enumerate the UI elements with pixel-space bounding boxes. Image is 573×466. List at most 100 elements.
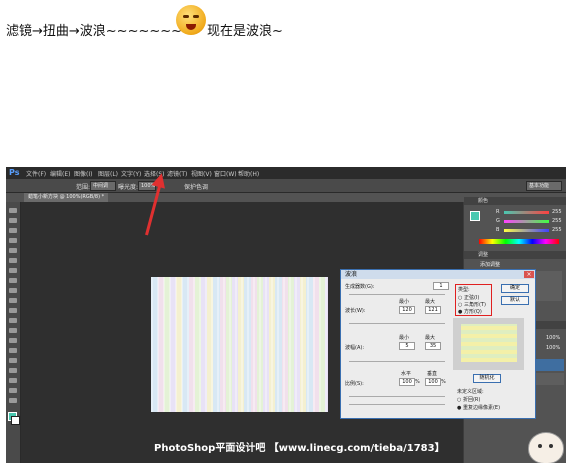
scale-h-percent: % [415,379,420,385]
mascot-icon [528,432,564,463]
background-color-swatch[interactable] [11,416,20,425]
path-select-tool-icon[interactable] [9,368,17,373]
b-label: B [496,227,500,233]
r-value[interactable]: 255 [552,209,562,215]
wavelength-max-label: 最大 [425,299,436,305]
move-tool-icon[interactable] [9,208,17,213]
dodge-tool-icon[interactable] [9,338,17,343]
undefined-area-label: 未定义区域: [457,389,484,395]
horizontal-label: 水平 [401,371,412,377]
shape-tool-icon[interactable] [9,378,17,383]
menu-file[interactable]: 文件(F) [26,169,46,178]
type-label: 类型: [458,287,470,293]
workspace-select[interactable]: 基本功能 [526,181,562,191]
menu-type[interactable]: 文字(Y) [121,169,141,178]
b-slider[interactable] [504,229,549,232]
quick-select-tool-icon[interactable] [9,238,17,243]
dialog-title: 波浪 [341,270,535,279]
ok-button[interactable]: 确定 [501,284,529,293]
wave-dialog: 波浪 × 生成器数(G): 1 最小 最大 波长(W): 120 121 最小 … [340,269,536,419]
scale-label: 比例(S): [345,381,364,387]
scale-v-slider[interactable] [349,404,445,405]
blur-tool-icon[interactable] [9,328,17,333]
scale-v-input[interactable]: 100 [425,378,441,386]
menu-layer[interactable]: 图层(L) [98,169,118,178]
options-bar: 范围: 中间调 曝光度: 100% 保护色调 基本功能 [6,179,566,193]
stamp-tool-icon[interactable] [9,288,17,293]
amplitude-max-label: 最大 [425,335,436,341]
marquee-tool-icon[interactable] [9,218,17,223]
eraser-tool-icon[interactable] [9,308,17,313]
preview-area [453,318,524,370]
menu-help[interactable]: 帮助(H) [238,169,259,178]
gradient-tool-icon[interactable] [9,318,17,323]
panel-foreground-swatch[interactable] [470,211,480,221]
g-slider[interactable] [504,220,549,223]
type-square-radio[interactable]: ● 方形(Q) [458,308,482,315]
default-button[interactable]: 默认 [501,296,529,305]
amplitude-max-input[interactable]: 35 [425,342,441,350]
hand-tool-icon[interactable] [9,388,17,393]
repeat-edge-radio[interactable]: ● 重复边缘像素(E) [457,404,500,411]
zoom-tool-icon[interactable] [9,398,17,403]
type-sine-radio[interactable]: ○ 正弦(I) [458,294,479,301]
history-brush-tool-icon[interactable] [9,298,17,303]
generators-label: 生成器数(G): [345,284,375,290]
area-label: 范围: [76,184,91,191]
document-tab-bar: 蜡笔小新方块 @ 100%(RGB/8) * [6,193,466,202]
color-spectrum[interactable] [479,239,559,244]
menu-bar: Ps 文件(F) 编辑(E) 图像(I) 图层(L) 文字(Y) 选择(S) 滤… [6,167,566,179]
type-triangle-radio[interactable]: ○ 三角形(T) [458,301,486,308]
menu-edit[interactable]: 编辑(E) [50,169,70,178]
fill-value[interactable]: 100% [546,345,560,351]
randomize-button[interactable]: 随机化 [473,374,501,383]
preview-image [461,324,517,362]
opacity-value[interactable]: 100% [546,335,560,341]
text-tool-icon[interactable] [9,358,17,363]
amplitude-slider[interactable] [349,361,445,362]
generators-input[interactable]: 1 [433,282,449,290]
scale-h-input[interactable]: 100 [399,378,415,386]
r-slider[interactable] [504,211,549,214]
vertical-label: 垂直 [427,371,438,377]
wavelength-max-input[interactable]: 121 [425,306,441,314]
protect-tone-checkbox[interactable]: 保护色调 [184,182,208,191]
adjust-panel-title[interactable]: 调整 [464,251,566,259]
lasso-tool-icon[interactable] [9,228,17,233]
area-select[interactable]: 中间调 [90,181,116,191]
brush-tool-icon[interactable] [9,278,17,283]
amplitude-min-label: 最小 [399,335,410,341]
caption-end: 现在是波浪~ [207,24,283,39]
ps-logo: Ps [9,168,20,177]
menu-window[interactable]: 窗口(W) [214,169,237,178]
g-value[interactable]: 255 [552,218,562,224]
amplitude-min-input[interactable]: 5 [399,342,415,350]
color-panel-title[interactable]: 颜色 [464,197,566,205]
scale-v-percent: % [441,379,446,385]
generators-slider[interactable] [349,294,445,295]
g-label: G [496,218,500,224]
menu-view[interactable]: 视图(V) [191,169,212,178]
toolbox [6,202,21,463]
crop-tool-icon[interactable] [9,248,17,253]
b-value[interactable]: 255 [552,227,562,233]
scale-h-slider[interactable] [349,396,445,397]
r-label: R [496,209,500,215]
amplitude-label: 波幅(A): [345,345,365,351]
menu-filter[interactable]: 滤镜(T) [167,169,187,178]
wavelength-label: 波长(W): [345,308,366,314]
wave-image [151,277,328,412]
eyedropper-tool-icon[interactable] [9,258,17,263]
menu-image[interactable]: 图像(I) [74,169,92,178]
healing-tool-icon[interactable] [9,268,17,273]
wrap-around-radio[interactable]: ○ 折回(R) [457,396,480,403]
add-adjust-label: 添加调整 [480,262,501,268]
wavelength-min-input[interactable]: 120 [399,306,415,314]
wavelength-slider[interactable] [349,323,445,324]
watermark-banner: PhotoShop平面设计吧 【www.linecg.com/tieba/178… [154,443,445,454]
caption-start: 滤镜→扭曲→波浪~~~~~~~ [6,24,183,39]
angry-emoji-icon [176,5,206,35]
document-tab[interactable]: 蜡笔小新方块 @ 100%(RGB/8) * [24,193,109,202]
close-icon[interactable]: × [524,271,534,278]
pen-tool-icon[interactable] [9,348,17,353]
